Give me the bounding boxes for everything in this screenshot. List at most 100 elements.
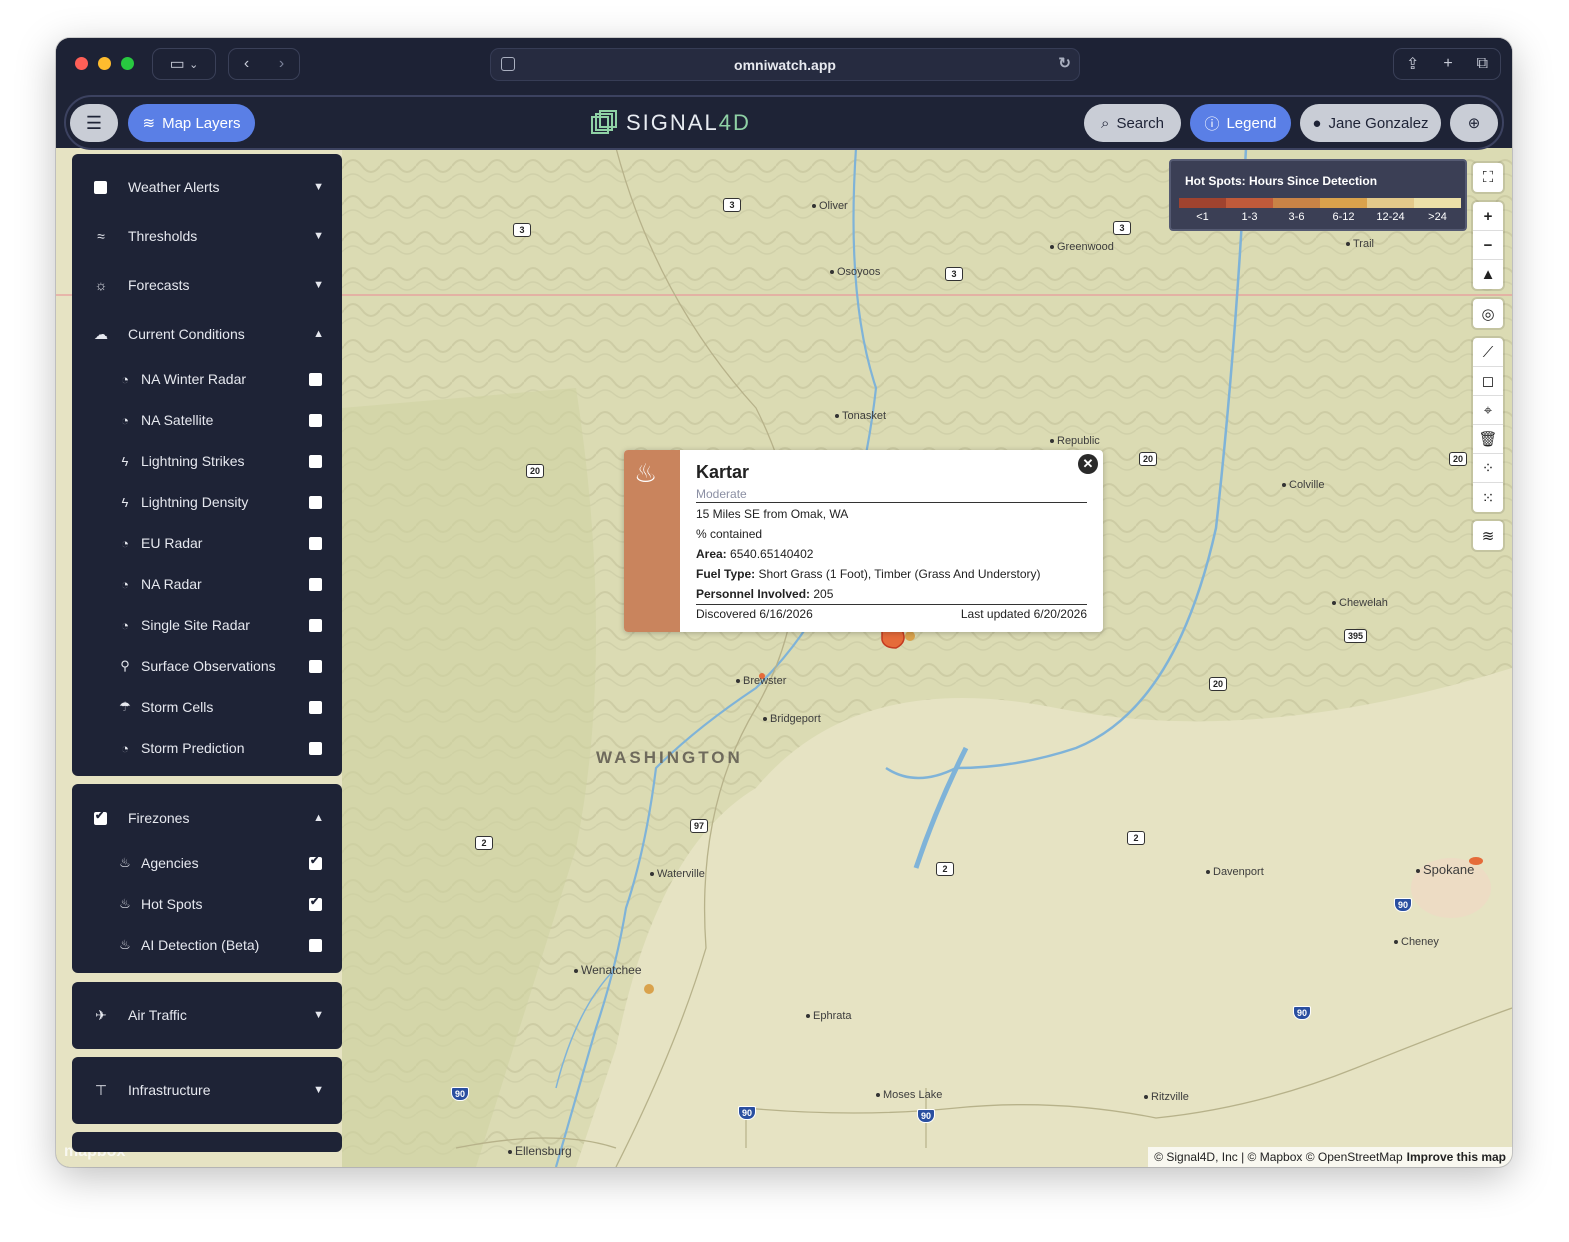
combine-icon[interactable]: ⁘	[1473, 454, 1503, 483]
fire-contained: % contained	[696, 527, 763, 541]
layer-checkbox[interactable]	[309, 895, 322, 911]
section-current-conditions[interactable]: ☁ Current Conditions ▲	[72, 314, 342, 354]
highway-shield: 20	[1209, 677, 1228, 691]
zoom-out-button[interactable]: −	[1473, 231, 1503, 260]
draw-line-icon[interactable]: ⟋	[1473, 338, 1503, 367]
layer-item[interactable]: ◔ Single Site Radar	[72, 605, 342, 645]
section-weather-alerts[interactable]: Weather Alerts ▼	[72, 167, 342, 207]
draw-point-icon[interactable]: ⌖	[1473, 396, 1503, 425]
new-tab-icon[interactable]: +	[1443, 55, 1452, 73]
back-button[interactable]: ‹	[229, 55, 264, 73]
layer-item[interactable]: ⚲ Surface Observations	[72, 646, 342, 686]
layer-checkbox[interactable]	[309, 495, 322, 509]
layer-checkbox[interactable]	[309, 454, 322, 468]
layer-checkbox[interactable]	[309, 938, 322, 952]
section-thresholds[interactable]: ≈ Thresholds ▼	[72, 216, 342, 256]
place-label: Brewster	[736, 675, 786, 687]
map-layers-button[interactable]: ≋ Map Layers	[128, 104, 255, 142]
section-forecasts[interactable]: ☼ Forecasts ▼	[72, 265, 342, 305]
layer-item[interactable]: ◔ NA Satellite	[72, 400, 342, 440]
sidebar-toggle-button[interactable]: ▭ ⌄	[152, 48, 216, 80]
place-label: Tonasket	[835, 410, 886, 422]
page-settings-icon[interactable]	[501, 57, 515, 71]
layer-item[interactable]: ϟ Lightning Strikes	[72, 441, 342, 481]
chevron-down-icon: ▼	[313, 1009, 324, 1021]
forward-button[interactable]: ›	[264, 55, 299, 73]
layer-item[interactable]: ♨ Agencies	[72, 843, 342, 883]
layer-item[interactable]: ☂ Storm Cells	[72, 687, 342, 727]
layer-item[interactable]: ♨ Hot Spots	[72, 884, 342, 924]
highway-shield: 395	[1344, 629, 1368, 643]
place-label: Greenwood	[1050, 241, 1114, 253]
layers-control: ≋	[1473, 521, 1503, 550]
legend-label: <1	[1196, 211, 1209, 223]
layer-item[interactable]: ◔ Storm Prediction	[72, 728, 342, 768]
draw-polygon-icon[interactable]: ◻	[1473, 367, 1503, 396]
tab-overview-icon[interactable]: ⧉	[1477, 55, 1488, 73]
storm-icon: ☂	[119, 699, 131, 714]
app-header: ☰ ≋ Map Layers SIGNAL4D ⌕ Search ⓘ Legen…	[64, 95, 1504, 150]
close-popup-button[interactable]: ✕	[1078, 454, 1098, 474]
uncombine-icon[interactable]: ⁙	[1473, 483, 1503, 512]
maximize-window-button[interactable]	[121, 57, 134, 70]
layers-icon[interactable]: ≋	[1473, 521, 1503, 550]
layer-checkbox[interactable]	[309, 741, 322, 755]
more-panel	[72, 1132, 342, 1152]
highway-shield: 3	[1113, 221, 1131, 235]
layer-checkbox[interactable]	[309, 700, 322, 714]
layer-item[interactable]: ϟ Lightning Density	[72, 482, 342, 522]
user-menu-button[interactable]: ● Jane Gonzalez	[1300, 104, 1441, 142]
geolocate-icon[interactable]: ◎	[1473, 299, 1503, 328]
search-button[interactable]: ⌕ Search	[1084, 104, 1181, 142]
section-firezones[interactable]: Firezones ▲	[72, 798, 342, 838]
place-label: Cheney	[1394, 936, 1439, 948]
layer-item[interactable]: ♨ AI Detection (Beta)	[72, 925, 342, 965]
compass-button[interactable]: ▲	[1473, 260, 1503, 289]
minimize-window-button[interactable]	[98, 57, 111, 70]
layer-item[interactable]: ◔ EU Radar	[72, 523, 342, 563]
layer-checkbox[interactable]	[309, 372, 322, 386]
fullscreen-icon[interactable]: ⛶	[1473, 163, 1503, 192]
layer-checkbox[interactable]	[309, 854, 322, 870]
info-icon: ⓘ	[1204, 115, 1220, 133]
share-icon[interactable]: ⇪	[1406, 54, 1419, 74]
layer-checkbox[interactable]	[309, 413, 322, 427]
fire-name: Kartar	[696, 462, 750, 482]
layer-label: Hot Spots	[141, 896, 203, 912]
section-infrastructure[interactable]: ⊤ Infrastructure ▼	[72, 1070, 342, 1110]
layer-checkbox[interactable]	[309, 577, 322, 591]
address-bar[interactable]: omniwatch.app ↻	[490, 48, 1080, 81]
trash-icon[interactable]: 🗑	[1473, 425, 1503, 454]
air-traffic-panel: ✈ Air Traffic ▼	[72, 982, 342, 1049]
highway-shield: 2	[1127, 831, 1145, 845]
highway-shield: 3	[513, 223, 531, 237]
interstate-shield: 90	[917, 1109, 936, 1123]
zoom-in-button[interactable]: +	[1473, 202, 1503, 231]
weather-alerts-checkbox[interactable]	[94, 180, 107, 194]
draw-controls: ⟋ ◻ ⌖ 🗑 ⁘ ⁙	[1473, 338, 1503, 512]
menu-button[interactable]: ☰	[70, 104, 118, 142]
legend-button[interactable]: ⓘ Legend	[1190, 104, 1291, 142]
section-air-traffic[interactable]: ✈ Air Traffic ▼	[72, 995, 342, 1035]
browser-actions: ⇪ + ⧉	[1393, 48, 1501, 80]
layer-checkbox[interactable]	[309, 659, 322, 673]
layer-checkbox[interactable]	[309, 618, 322, 632]
highway-shield: 20	[526, 464, 545, 478]
fire-popup: ♨ ✕ Kartar Moderate 15 Miles SE from Oma…	[624, 450, 1103, 632]
legend-swatch	[1179, 198, 1226, 208]
language-button[interactable]: ⊕	[1450, 104, 1498, 142]
close-window-button[interactable]	[75, 57, 88, 70]
section-label: Firezones	[128, 810, 190, 826]
reload-icon[interactable]: ↻	[1058, 54, 1071, 72]
layer-item[interactable]: ◔ NA Radar	[72, 564, 342, 604]
layer-checkbox[interactable]	[309, 536, 322, 550]
layer-item[interactable]: ◔ NA Winter Radar	[72, 359, 342, 399]
hot-spots-legend: Hot Spots: Hours Since Detection <1 1-3 …	[1169, 159, 1467, 231]
firezones-checkbox[interactable]	[94, 809, 107, 825]
section-label: Forecasts	[128, 277, 190, 293]
legend-labels: <1 1-3 3-6 6-12 12-24 >24	[1179, 211, 1461, 223]
improve-map-link[interactable]: Improve this map	[1407, 1150, 1506, 1164]
legend-label: 1-3	[1241, 211, 1258, 223]
pin-icon: ⚲	[120, 658, 130, 673]
fire-personnel: Personnel Involved: 205	[696, 587, 834, 601]
